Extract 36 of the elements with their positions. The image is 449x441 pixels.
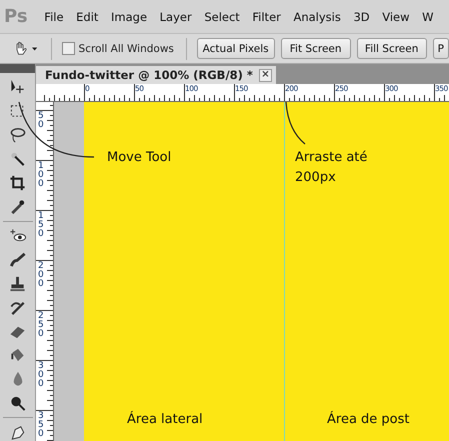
zoom-button[interactable]: Fit Screen xyxy=(280,38,351,59)
panel-collapse-bar[interactable] xyxy=(0,64,35,74)
menu-item[interactable]: Filter xyxy=(246,10,288,24)
zoom-button[interactable]: P xyxy=(432,38,449,59)
menu-item[interactable]: Edit xyxy=(70,10,105,24)
callout-text: Move Tool xyxy=(107,149,172,167)
zoom-button[interactable]: Actual Pixels xyxy=(196,38,275,59)
area-label: Área de post xyxy=(327,412,410,427)
menu-item[interactable]: View xyxy=(376,10,416,24)
caret-icon[interactable] xyxy=(32,46,37,50)
stamp-icon[interactable] xyxy=(8,274,28,294)
close-button[interactable]: × xyxy=(258,68,272,82)
ruler-label: 50 xyxy=(38,112,44,130)
callout-text: Arraste até 200px xyxy=(295,149,368,186)
zoom-button[interactable]: Fill Screen xyxy=(356,38,427,59)
crop-icon[interactable] xyxy=(8,174,28,193)
document-tab[interactable]: Fundo-twitter @ 100% (RGB/8) * × xyxy=(36,66,276,84)
ruler-label: 150 xyxy=(38,212,44,239)
ruler-label: 350 xyxy=(38,412,44,439)
app-logo: Ps xyxy=(3,6,29,27)
checkbox-label: Scroll All Windows xyxy=(78,42,174,54)
menu-item[interactable]: 3D xyxy=(347,10,376,24)
lasso-icon[interactable] xyxy=(8,126,28,146)
area-label: Área lateral xyxy=(127,412,203,427)
ruler-label: 100 xyxy=(38,162,44,189)
menu-item[interactable]: Layer xyxy=(153,10,198,24)
menu-item[interactable]: Select xyxy=(198,10,246,24)
ruler-label: 250 xyxy=(38,312,44,339)
menu-item[interactable]: W xyxy=(416,10,440,24)
menu-item[interactable]: Analysis xyxy=(287,10,348,24)
menu-item[interactable]: File xyxy=(38,10,70,24)
leader-line xyxy=(285,102,306,144)
checkbox[interactable] xyxy=(62,42,75,55)
ruler-label: 300 xyxy=(38,362,44,389)
menu-item[interactable]: Image xyxy=(104,10,154,24)
ruler-label: 200 xyxy=(38,262,44,289)
